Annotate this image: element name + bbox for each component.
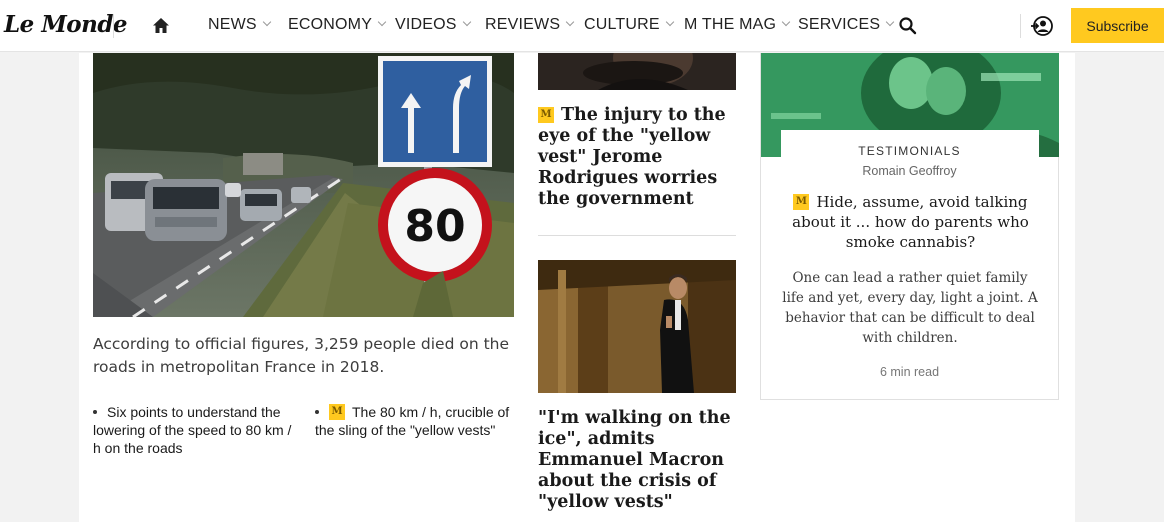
bullet-icon xyxy=(93,409,97,414)
article-title-jerome-rodrigues[interactable]: M The injury to the eye of the "yellow ve… xyxy=(538,105,736,210)
related-link-80kmh-points[interactable]: Six points to understand the lowering of… xyxy=(93,403,293,457)
card-kicker: TESTIMONIALS xyxy=(858,144,961,158)
m-premium-badge-icon: M xyxy=(329,404,345,421)
chevron-down-icon xyxy=(665,17,675,27)
search-icon[interactable] xyxy=(898,16,918,36)
nav-videos[interactable]: VIDEOS xyxy=(395,16,471,34)
bullet-icon xyxy=(315,409,319,414)
nav-culture[interactable]: CULTURE xyxy=(584,16,675,34)
nav-economy[interactable]: ECONOMY xyxy=(288,16,387,34)
chevron-down-icon xyxy=(262,17,272,27)
nav-reviews[interactable]: REVIEWS xyxy=(485,16,575,34)
home-icon[interactable] xyxy=(151,16,171,36)
chevron-down-icon xyxy=(781,17,791,27)
chevron-down-icon xyxy=(565,17,575,27)
divider xyxy=(1020,14,1021,38)
lead-caption: According to official figures, 3,259 peo… xyxy=(93,335,510,376)
card-author: Romain Geoffroy xyxy=(862,164,957,178)
article-title-macron[interactable]: "I'm walking on the ice", admits Emmanue… xyxy=(538,408,736,513)
site-logo[interactable]: Le Monde xyxy=(4,11,128,38)
m-premium-badge-icon: M xyxy=(793,194,810,210)
divider xyxy=(538,235,736,236)
chevron-down-icon xyxy=(885,17,895,27)
chevron-down-icon xyxy=(377,17,387,27)
account-login-icon[interactable] xyxy=(1030,14,1054,38)
article-image-macron[interactable] xyxy=(538,260,736,393)
m-premium-badge-icon: M xyxy=(538,106,554,123)
article-image-jerome-rodrigues[interactable] xyxy=(538,53,736,90)
read-time: 6 min read xyxy=(879,365,940,379)
divider xyxy=(113,14,114,38)
top-navigation-bar: Le Monde NEWS ECONOMY VIDEOS REVIEWS CUL… xyxy=(0,0,1164,52)
subscribe-button[interactable]: Subscribe xyxy=(1071,8,1164,43)
related-link-80kmh-crucible[interactable]: M The 80 km / h, crucible of the sling of… xyxy=(315,403,521,439)
speed-limit-number: 80 xyxy=(404,201,465,252)
nav-services[interactable]: SERVICES xyxy=(798,16,895,34)
nav-news[interactable]: NEWS xyxy=(208,16,272,34)
chevron-down-icon xyxy=(462,17,471,27)
lead-article-image[interactable]: 80 xyxy=(93,53,514,317)
card-title[interactable]: M Hide, assume, avoid talking about it ..… xyxy=(783,192,1038,252)
card-excerpt: One can lead a rather quiet family life … xyxy=(782,270,1038,346)
nav-m-the-mag[interactable]: M THE MAG xyxy=(684,16,791,34)
